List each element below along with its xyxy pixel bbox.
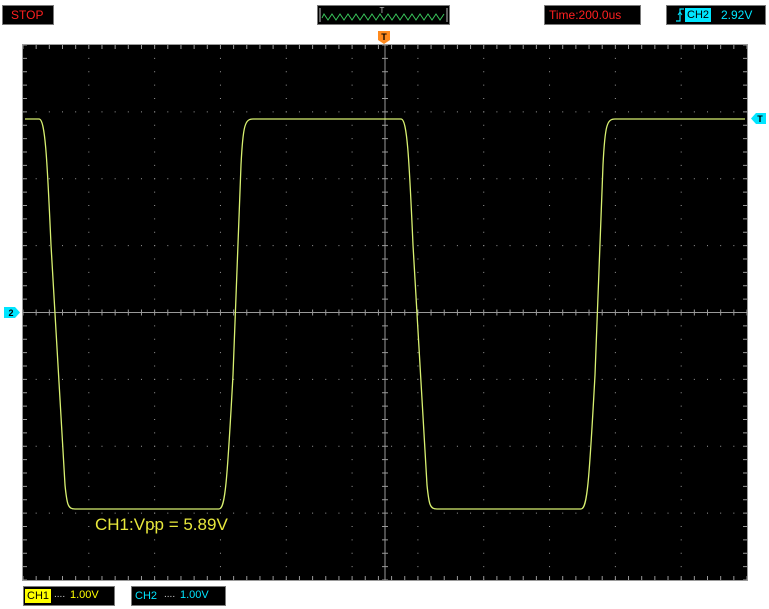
channel2-settings[interactable]: CH2 .... 1.00V [131, 586, 226, 606]
trigger-settings[interactable]: CH2 2.92V [666, 5, 766, 25]
channel1-coupling: .... [54, 589, 66, 600]
channel1-scale: 1.00V [70, 589, 99, 601]
timebase-label: Time:200.0us [549, 8, 622, 22]
timebase-display[interactable]: Time:200.0us [544, 5, 641, 25]
preview-trigger-marker: T [380, 6, 385, 15]
channel2-coupling: .... [164, 589, 176, 600]
channel1-name: CH1 [25, 589, 52, 603]
waveform-preview[interactable]: T [317, 5, 450, 25]
trigger-level: 2.92V [721, 8, 753, 22]
channel2-reference-label: 2 [8, 308, 13, 318]
trigger-channel: CH2 [685, 8, 712, 22]
waveform-display [23, 45, 747, 580]
trigger-level-marker[interactable]: T [750, 112, 767, 125]
run-state-label: STOP [11, 8, 44, 22]
run-stop-indicator[interactable]: STOP [2, 5, 54, 25]
trigger-position-marker[interactable]: T [377, 30, 391, 45]
rising-edge-icon [676, 8, 684, 22]
graticule [23, 45, 747, 580]
channel2-reference-marker[interactable]: 2 [3, 306, 21, 319]
channel2-name: CH2 [135, 590, 158, 602]
channel2-scale: 1.00V [180, 589, 209, 601]
preview-waveform: T [319, 6, 448, 22]
vpp-measurement: CH1:Vpp = 5.89V [95, 515, 228, 534]
channel-bar: CH1 .... 1.00V CH2 .... 1.00V [0, 583, 769, 609]
status-bar: STOP T Time:200.0us CH2 2.92V [0, 0, 769, 30]
oscilloscope-screen[interactable]: CH1:Vpp = 5.89V [22, 44, 748, 581]
trigger-position-label: T [381, 32, 387, 42]
channel1-settings[interactable]: CH1 .... 1.00V [23, 586, 115, 606]
svg-text:T: T [757, 114, 763, 124]
